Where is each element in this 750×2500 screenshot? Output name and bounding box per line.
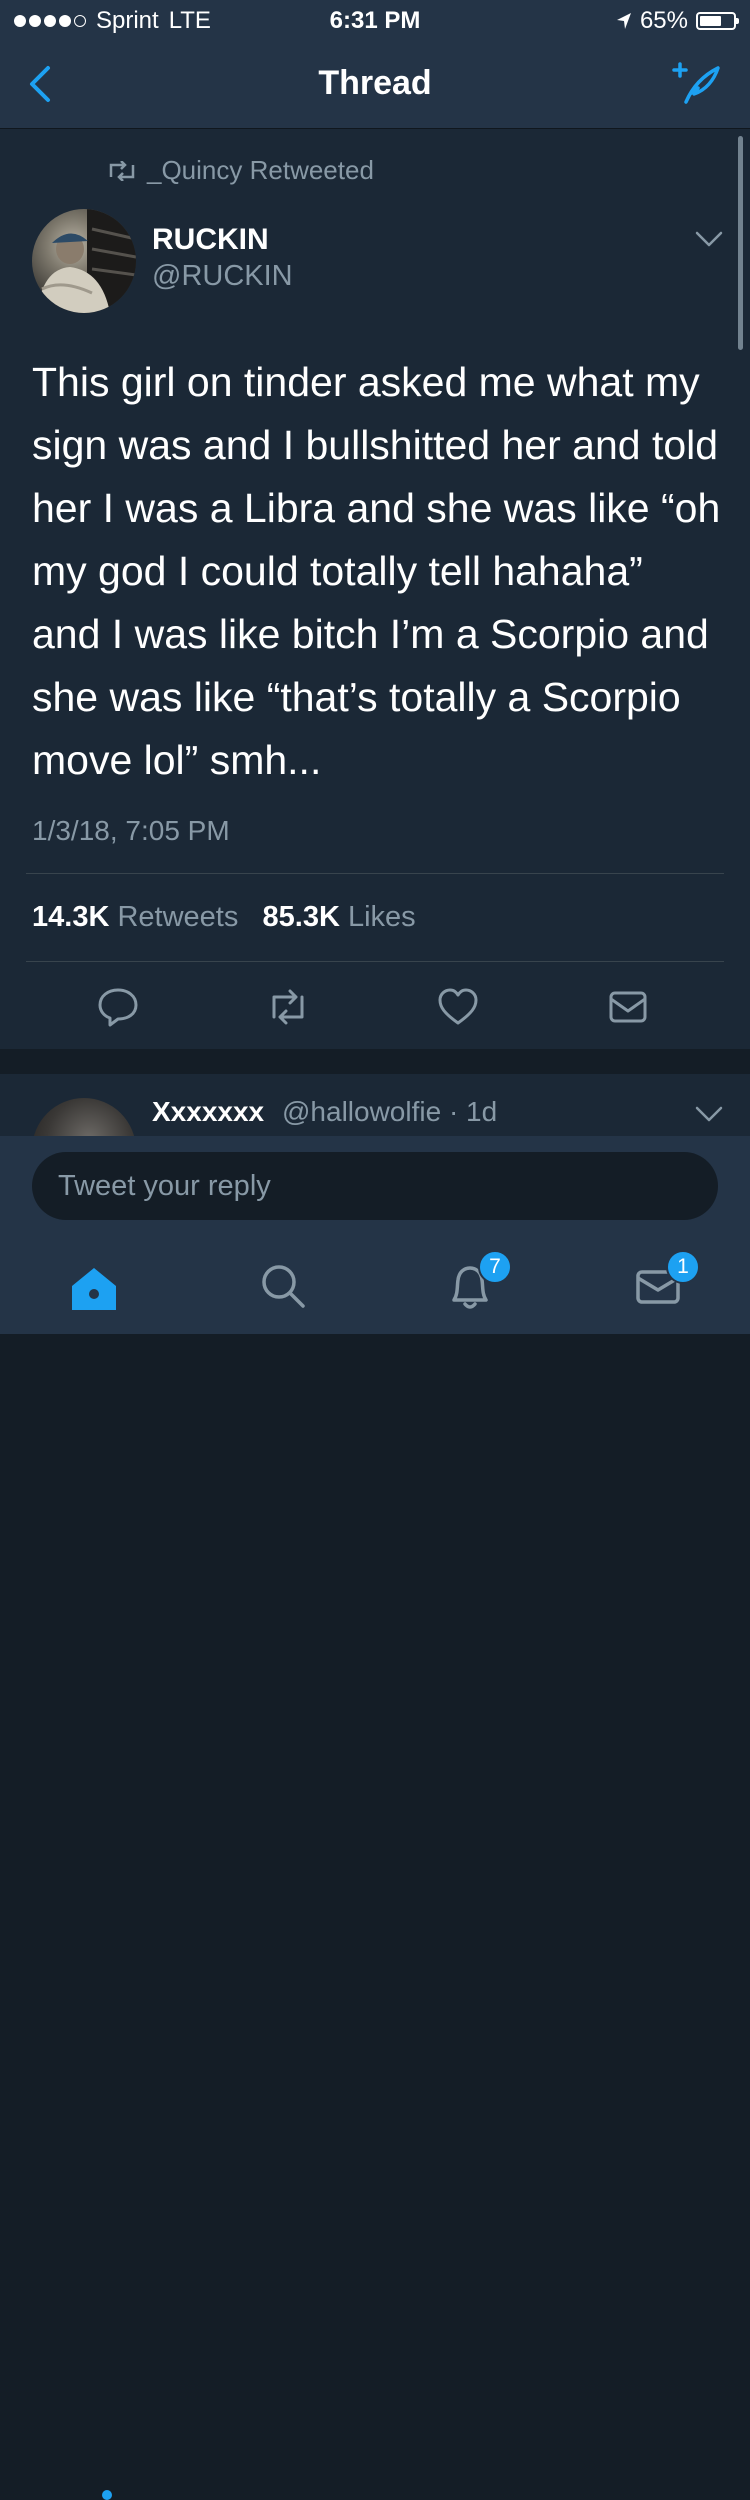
retweet-context: _Quincy Retweeted <box>107 155 374 186</box>
notifications-badge: 7 <box>478 1250 512 1284</box>
reply-options-chevron-icon[interactable] <box>694 1104 724 1124</box>
author-handle[interactable]: @RUCKIN <box>152 260 293 293</box>
author-name[interactable]: RUCKIN <box>152 223 269 257</box>
compose-tweet-icon[interactable] <box>672 58 722 108</box>
like-heart-icon[interactable] <box>436 985 480 1029</box>
reply-icon[interactable] <box>96 985 140 1029</box>
messages-badge: 1 <box>666 1250 700 1284</box>
tab-bar: 7 1 <box>0 1236 750 2500</box>
tab-home-icon[interactable] <box>66 1258 122 1314</box>
avatar-photo-icon <box>37 209 136 313</box>
battery-icon <box>696 12 739 30</box>
likes-count[interactable]: 85.3K <box>263 901 340 933</box>
scrollbar[interactable] <box>738 136 743 350</box>
divider <box>26 961 724 962</box>
reply-author-name[interactable]: Xxxxxxx <box>152 1096 264 1128</box>
author-avatar[interactable] <box>32 209 136 313</box>
battery-fill <box>700 16 721 26</box>
tweet-timestamp: 1/3/18, 7:05 PM <box>32 815 230 846</box>
reply-author-handle-time[interactable]: @hallowolfie · 1d <box>282 1096 497 1128</box>
retweeted-by-label[interactable]: _Quincy Retweeted <box>147 155 374 186</box>
reply-input[interactable] <box>32 1152 718 1220</box>
tweet-stats: 14.3K Retweets 85.3K Likes <box>32 901 416 934</box>
retweet-small-icon <box>109 160 135 181</box>
status-bar: Sprint LTE 6:31 PM 65% <box>0 0 750 40</box>
retweets-count[interactable]: 14.3K <box>32 901 109 933</box>
navigation-bar: Thread <box>0 40 750 129</box>
tab-search-icon[interactable] <box>255 1258 311 1314</box>
battery-percent: 65% <box>639 7 688 34</box>
location-arrow-icon <box>616 13 631 29</box>
reply-composer <box>0 1136 750 1236</box>
retweet-icon[interactable] <box>266 985 310 1029</box>
direct-message-icon[interactable] <box>606 985 650 1029</box>
reply-tweet-row[interactable]: Xxxxxxx @hallowolfie · 1d <box>0 1074 750 1144</box>
likes-label[interactable]: Likes <box>348 901 416 933</box>
section-gap <box>0 1049 750 1074</box>
tweet-options-chevron-icon[interactable] <box>694 229 724 249</box>
divider <box>26 873 724 874</box>
status-right: 65% <box>616 7 739 35</box>
retweets-label[interactable]: Retweets <box>117 901 238 933</box>
tweet-detail: _Quincy Retweeted RUCKIN @RUCKIN This gi… <box>0 129 750 1049</box>
page-title: Thread <box>318 64 432 102</box>
tweet-text: This girl on tinder asked me what my sig… <box>32 359 721 783</box>
home-new-content-dot <box>102 2490 112 2500</box>
